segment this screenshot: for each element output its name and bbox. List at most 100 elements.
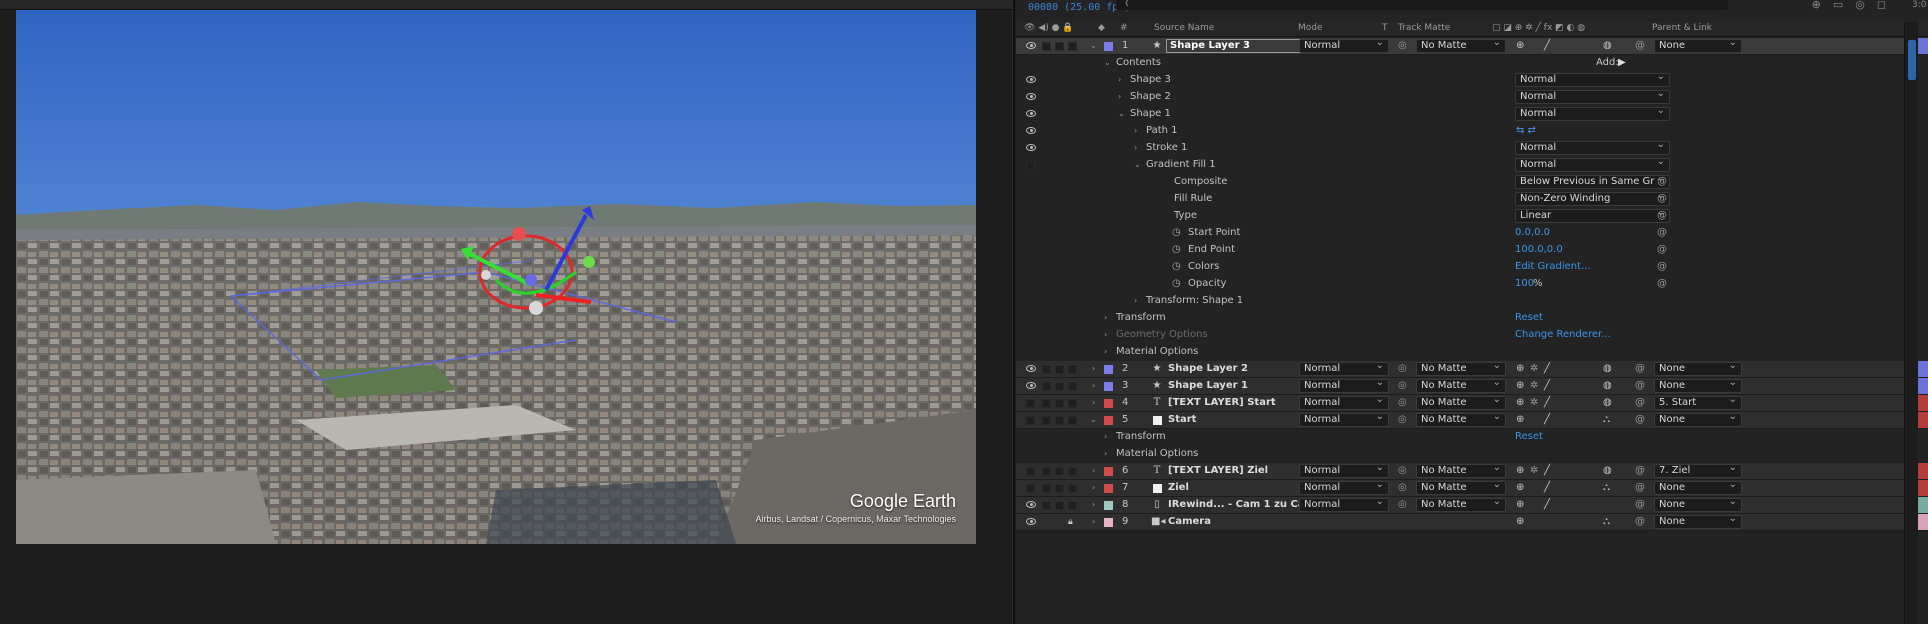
- track-matte-dropdown[interactable]: No Matte: [1416, 394, 1506, 410]
- layer-row-2[interactable]: › 2 ★ Shape Layer 2 Normal ◎ No Matte ⊕ …: [1016, 360, 1928, 378]
- visibility-eye-off[interactable]: [1026, 161, 1035, 170]
- solo-switch[interactable]: [1055, 399, 1064, 408]
- add-property-button[interactable]: Add:: [1596, 55, 1619, 71]
- quality-switch-icon[interactable]: ╱: [1544, 480, 1550, 496]
- mode-dropdown[interactable]: Normal: [1299, 377, 1389, 393]
- layer-row-8[interactable]: › 8 ▯ IRewind... - Cam 1 zu Cam 2.mp4 No…: [1016, 496, 1928, 514]
- track-matte-dropdown[interactable]: No Matte: [1416, 37, 1506, 53]
- prop-row-material-5[interactable]: › Material Options: [1016, 446, 1928, 463]
- audio-switch[interactable]: [1042, 382, 1051, 391]
- audio-switch[interactable]: [1042, 416, 1051, 425]
- composition-viewport[interactable]: Google Earth Airbus, Landsat / Copernicu…: [16, 10, 976, 544]
- blend-mode-dropdown[interactable]: Normal: [1515, 105, 1670, 121]
- opacity-value[interactable]: 100: [1515, 276, 1534, 292]
- parent-dropdown[interactable]: None: [1654, 496, 1742, 512]
- expand-arrow-icon[interactable]: ›: [1134, 123, 1137, 139]
- parent-dropdown[interactable]: None: [1654, 411, 1742, 427]
- collapse-arrow-icon[interactable]: ⌄: [1104, 55, 1111, 71]
- layer-name[interactable]: Shape Layer 2: [1168, 361, 1248, 377]
- parent-pickwhip-icon[interactable]: @: [1635, 463, 1645, 479]
- visibility-eye-icon[interactable]: [1026, 110, 1036, 117]
- layer-row-3[interactable]: › 3 ★ Shape Layer 1 Normal ◎ No Matte ⊕ …: [1016, 377, 1928, 395]
- 3d-layer-switch-icon[interactable]: ⛬: [1603, 514, 1610, 530]
- collapse-arrow-icon[interactable]: ⌄: [1134, 157, 1141, 173]
- lock-switch[interactable]: [1068, 501, 1077, 510]
- prop-row-transform-5[interactable]: › Transform Reset: [1016, 429, 1928, 446]
- transform-reset-link[interactable]: Reset: [1515, 429, 1543, 445]
- label-color-swatch[interactable]: [1104, 365, 1113, 374]
- parent-dropdown[interactable]: None: [1654, 479, 1742, 495]
- expand-arrow-icon[interactable]: ›: [1092, 463, 1095, 479]
- blend-mode-dropdown[interactable]: Normal: [1515, 139, 1670, 155]
- prop-row-start-point[interactable]: ◷ Start Point 0.0,0.0 @: [1016, 225, 1928, 242]
- audio-switch[interactable]: [1042, 42, 1051, 51]
- parent-dropdown[interactable]: None: [1654, 360, 1742, 376]
- quality-switch-icon[interactable]: ╱: [1544, 38, 1550, 54]
- col-t[interactable]: T: [1382, 23, 1388, 33]
- stopwatch-icon[interactable]: ◷: [1172, 259, 1181, 275]
- lock-switch[interactable]: [1068, 42, 1077, 51]
- solo-switch[interactable]: [1055, 416, 1064, 425]
- timeline-scrollbar[interactable]: [1904, 22, 1918, 624]
- label-color-swatch[interactable]: [1104, 484, 1113, 493]
- prop-row-composite[interactable]: Composite Below Previous in Same Gr @: [1016, 173, 1928, 191]
- prop-row-shape1[interactable]: ⌄ Shape 1 Normal: [1016, 105, 1928, 123]
- prop-row-stroke1[interactable]: › Stroke 1 Normal: [1016, 139, 1928, 157]
- layer-name[interactable]: Camera: [1168, 514, 1211, 530]
- parent-pickwhip-icon[interactable]: @: [1635, 480, 1645, 496]
- lock-switch[interactable]: [1068, 399, 1077, 408]
- expression-pickwhip-icon[interactable]: @: [1657, 276, 1667, 292]
- 3d-layer-switch-icon[interactable]: ⛬: [1603, 480, 1610, 496]
- layer-name[interactable]: Shape Layer 1: [1168, 378, 1248, 394]
- shy-switch-icon[interactable]: ⊕: [1516, 480, 1524, 496]
- layer-row-9[interactable]: 🔒︎ › 9 ■◂ Camera ⊕ ⛬ @ None: [1016, 513, 1928, 531]
- expand-arrow-icon[interactable]: ›: [1134, 293, 1137, 309]
- collapse-arrow-icon[interactable]: ⌄: [1090, 38, 1097, 54]
- expand-arrow-icon[interactable]: ›: [1118, 89, 1121, 105]
- parent-pickwhip-icon[interactable]: @: [1635, 361, 1645, 377]
- expand-arrow-icon[interactable]: ›: [1104, 429, 1107, 445]
- transform-reset-link[interactable]: Reset: [1515, 310, 1543, 326]
- graph-editor-icon[interactable]: ⌇: [1124, 0, 1129, 9]
- layer-row-6[interactable]: › 6 T [TEXT LAYER] Ziel Normal ◎ No Matt…: [1016, 462, 1928, 480]
- change-renderer-link[interactable]: Change Renderer...: [1515, 327, 1611, 343]
- track-matte-pickwhip-icon[interactable]: ◎: [1398, 463, 1407, 479]
- end-point-value[interactable]: 100.0,0.0: [1515, 242, 1563, 258]
- stopwatch-icon[interactable]: ◷: [1172, 242, 1181, 258]
- col-track-matte[interactable]: Track Matte: [1398, 23, 1450, 33]
- layer-name[interactable]: [TEXT LAYER] Start: [1168, 395, 1276, 411]
- expand-arrow-icon[interactable]: ›: [1092, 378, 1095, 394]
- quality-switch-icon[interactable]: ╱: [1544, 497, 1550, 513]
- mode-dropdown[interactable]: Normal: [1299, 394, 1389, 410]
- parent-dropdown[interactable]: 5. Start: [1654, 394, 1742, 410]
- visibility-eye-icon[interactable]: [1026, 42, 1036, 49]
- mode-dropdown[interactable]: Normal: [1299, 479, 1389, 495]
- collapse-switch-icon[interactable]: ✲: [1530, 361, 1538, 377]
- mode-dropdown[interactable]: Normal: [1299, 496, 1389, 512]
- mode-dropdown[interactable]: Normal: [1299, 411, 1389, 427]
- layer-name[interactable]: Ziel: [1168, 480, 1189, 496]
- expand-arrow-icon[interactable]: ›: [1104, 344, 1107, 360]
- prop-row-geometry[interactable]: › Geometry Options Change Renderer...: [1016, 327, 1928, 344]
- start-point-value[interactable]: 0.0,0.0: [1515, 225, 1550, 241]
- expand-arrow-icon[interactable]: ›: [1092, 497, 1095, 513]
- prop-row-colors[interactable]: ◷ Colors Edit Gradient... @: [1016, 259, 1928, 276]
- layer-row-4[interactable]: › 4 T [TEXT LAYER] Start Normal ◎ No Mat…: [1016, 394, 1928, 412]
- label-color-swatch[interactable]: [1104, 501, 1113, 510]
- solo-switch[interactable]: [1055, 365, 1064, 374]
- expand-arrow-icon[interactable]: ›: [1092, 395, 1095, 411]
- expand-arrow-icon[interactable]: ›: [1104, 327, 1107, 343]
- expression-pickwhip-icon[interactable]: @: [1657, 174, 1667, 190]
- track-matte-dropdown[interactable]: No Matte: [1416, 479, 1506, 495]
- label-color-swatch[interactable]: [1104, 382, 1113, 391]
- layer-name[interactable]: [TEXT LAYER] Ziel: [1168, 463, 1268, 479]
- parent-pickwhip-icon[interactable]: @: [1635, 378, 1645, 394]
- expression-pickwhip-icon[interactable]: @: [1657, 242, 1667, 258]
- label-color-swatch[interactable]: [1104, 42, 1113, 51]
- prop-row-gradient-fill[interactable]: ⌄ Gradient Fill 1 Normal: [1016, 156, 1928, 174]
- expression-pickwhip-icon[interactable]: @: [1657, 191, 1667, 207]
- track-matte-dropdown[interactable]: No Matte: [1416, 377, 1506, 393]
- expand-arrow-icon[interactable]: ›: [1092, 361, 1095, 377]
- prop-row-shape2[interactable]: › Shape 2 Normal: [1016, 88, 1928, 106]
- stopwatch-icon[interactable]: ◷: [1172, 225, 1181, 241]
